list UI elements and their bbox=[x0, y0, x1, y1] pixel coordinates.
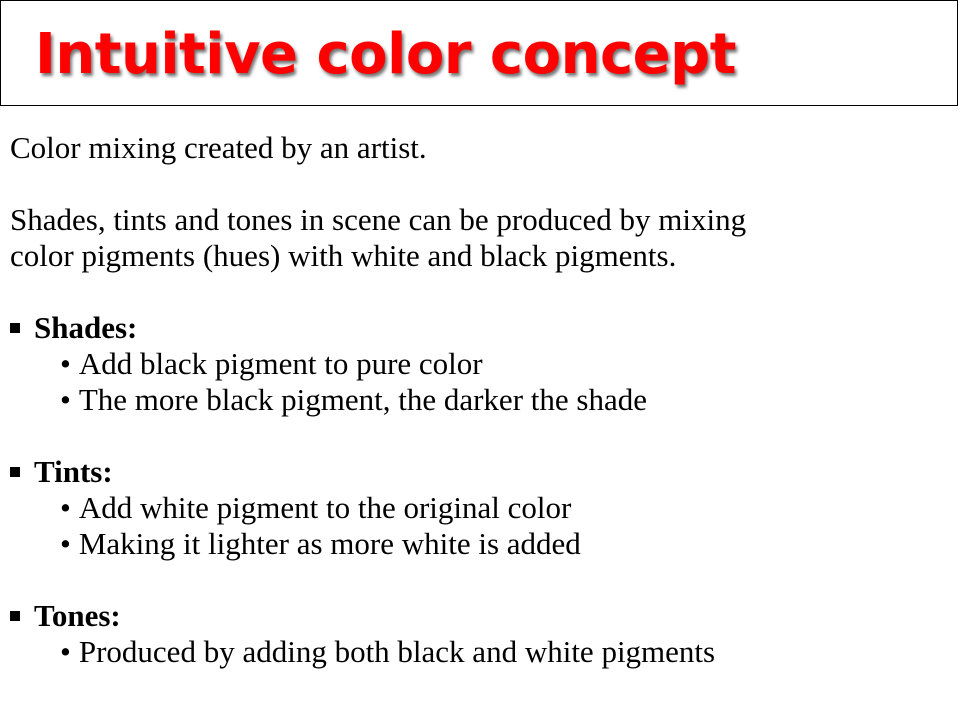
section-heading-label: Tones: bbox=[34, 598, 121, 633]
list-item-text: Making it lighter as more white is added bbox=[78, 526, 581, 561]
section-heading-label: Shades: bbox=[34, 310, 138, 345]
description-line-2: color pigments (hues) with white and bla… bbox=[10, 238, 677, 273]
intro-text: Color mixing created by an artist. bbox=[10, 130, 427, 165]
bullet-dot-icon: • bbox=[60, 490, 71, 525]
section-heading-shades: Shades: bbox=[10, 310, 137, 346]
list-item-text: The more black pigment, the darker the s… bbox=[78, 382, 647, 417]
bullet-dot-icon: • bbox=[60, 634, 71, 669]
title-box: Intuitive color concept bbox=[0, 0, 958, 106]
section-heading-label: Tints: bbox=[34, 454, 113, 489]
list-item: • Produced by adding both black and white… bbox=[60, 634, 715, 670]
bullet-dot-icon: • bbox=[60, 346, 71, 381]
slide-title: Intuitive color concept bbox=[35, 22, 737, 87]
square-bullet-icon bbox=[10, 322, 20, 333]
square-bullet-icon bbox=[10, 466, 20, 477]
slide: Intuitive color concept Color mixing cre… bbox=[0, 0, 960, 720]
bullet-dot-icon: • bbox=[60, 382, 71, 417]
description-line-1: Shades, tints and tones in scene can be … bbox=[10, 202, 747, 237]
section-heading-tones: Tones: bbox=[10, 598, 121, 634]
list-item: • Making it lighter as more white is adde… bbox=[60, 526, 581, 562]
list-item-text: Add white pigment to the original color bbox=[78, 490, 572, 525]
list-item-text: Add black pigment to pure color bbox=[78, 346, 483, 381]
section-heading-tints: Tints: bbox=[10, 454, 113, 490]
list-item: • The more black pigment, the darker the … bbox=[60, 382, 647, 418]
square-bullet-icon bbox=[10, 610, 20, 621]
list-item: • Add white pigment to the original color bbox=[60, 490, 571, 526]
bullet-dot-icon: • bbox=[60, 526, 71, 561]
list-item-text: Produced by adding both black and white … bbox=[78, 634, 716, 669]
list-item: • Add black pigment to pure color bbox=[60, 346, 483, 382]
